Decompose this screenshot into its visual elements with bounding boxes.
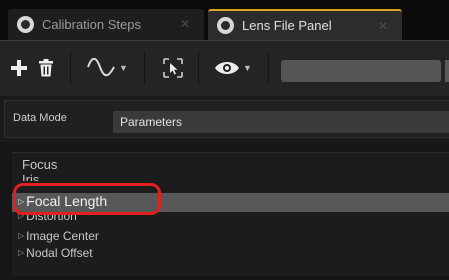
chevron-down-icon: ▼ (119, 63, 128, 73)
tab-lens-file-panel[interactable]: Lens File Panel ✕ (208, 9, 402, 40)
visibility-dropdown-button[interactable]: ▼ (208, 53, 258, 83)
data-mode-select[interactable]: Parameters (113, 111, 449, 133)
add-button[interactable] (6, 53, 32, 83)
toolbar: ▼ ▼ (0, 40, 449, 96)
trash-icon (39, 59, 53, 77)
unreal-logo-icon (17, 16, 34, 33)
list-item-focus[interactable]: Focus (22, 157, 57, 172)
toolbar-separator (268, 51, 269, 85)
chevron-down-icon: ▼ (243, 63, 252, 73)
add-icon (11, 60, 27, 76)
list-item-label: Image Center (26, 229, 99, 243)
delete-button[interactable] (34, 53, 58, 83)
expand-arrow-icon[interactable]: ▷ (18, 231, 24, 240)
data-mode-label: Data Mode (13, 112, 67, 124)
expand-arrow-icon[interactable]: ▷ (18, 248, 24, 257)
data-mode-row: Data Mode Parameters (0, 96, 449, 142)
select-button[interactable] (160, 53, 186, 83)
tab-bar: Calibration Steps ✕ Lens File Panel ✕ (0, 0, 449, 40)
list-item-nodal-offset[interactable]: ▷ Nodal Offset (18, 246, 93, 260)
tab-calibration-steps[interactable]: Calibration Steps ✕ (8, 9, 204, 40)
eye-icon (215, 62, 240, 74)
list-item-image-center[interactable]: ▷ Image Center (18, 229, 99, 243)
toolbar-separator (144, 51, 145, 85)
select-icon (163, 58, 183, 78)
tab-label: Lens File Panel (242, 18, 332, 33)
annotation-highlight (13, 183, 161, 215)
close-icon[interactable]: ✕ (180, 17, 190, 31)
search-input[interactable] (281, 60, 441, 82)
list-item-iris[interactable]: Iris (22, 172, 39, 181)
list-item-label: Nodal Offset (26, 246, 93, 260)
toolbar-separator (70, 51, 71, 85)
search-input-edge (445, 60, 449, 82)
data-mode-panel: Data Mode Parameters (4, 100, 449, 138)
list-item-label: Focus (22, 157, 58, 172)
toolbar-separator (198, 51, 199, 85)
list-item-label: Iris (22, 172, 40, 181)
curve-icon (87, 58, 115, 77)
curve-dropdown-button[interactable]: ▼ (80, 53, 134, 83)
close-icon[interactable]: ✕ (378, 19, 388, 33)
tab-label: Calibration Steps (42, 17, 141, 32)
unreal-logo-icon (217, 17, 234, 34)
data-mode-value: Parameters (120, 115, 183, 129)
